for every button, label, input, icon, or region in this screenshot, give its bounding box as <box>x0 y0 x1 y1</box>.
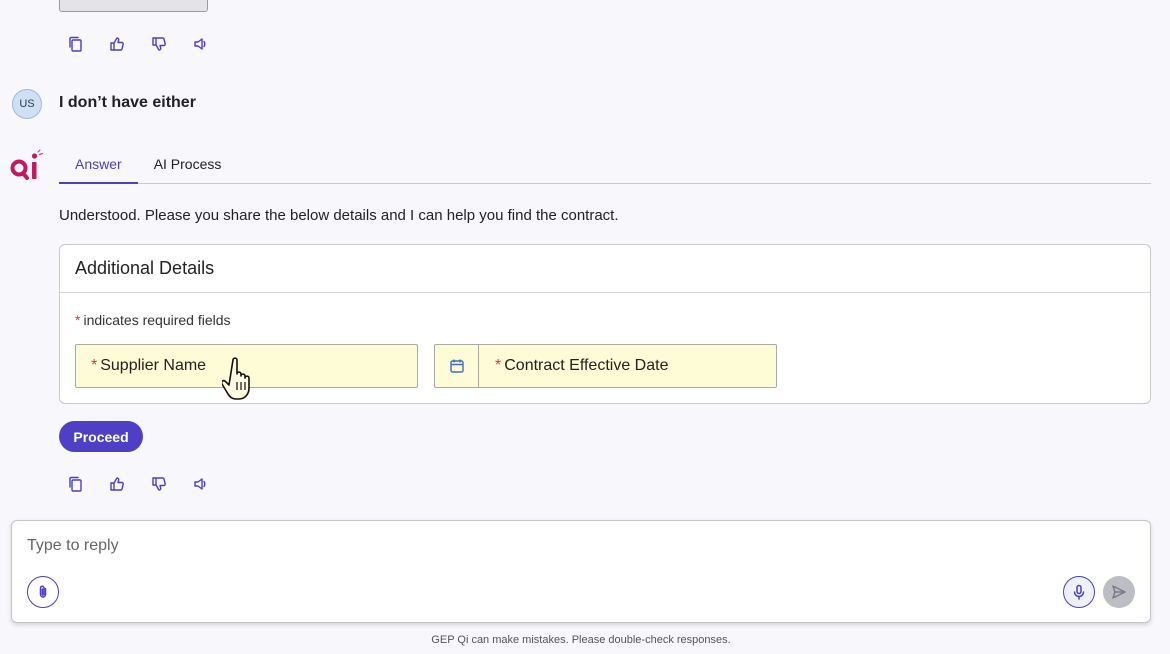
contract-effective-date-label: Contract Effective Date <box>504 357 669 374</box>
speaker-icon[interactable] <box>190 473 212 495</box>
disclaimer: GEP Qi can make mistakes. Please double-… <box>431 634 731 646</box>
user-message: I don’t have either <box>59 94 196 111</box>
send-icon[interactable] <box>1103 576 1135 608</box>
reply-input[interactable] <box>27 537 1027 555</box>
thumbs-up-icon[interactable] <box>106 473 128 495</box>
message-actions-previous <box>64 33 212 55</box>
response-tabs: Answer AI Process <box>59 146 1151 184</box>
tab-ai-process[interactable]: AI Process <box>138 146 238 184</box>
required-star: * <box>91 357 98 374</box>
previous-option-button[interactable] <box>59 0 208 12</box>
card-title: Additional Details <box>60 245 1150 293</box>
speaker-icon[interactable] <box>190 33 212 55</box>
thumbs-down-icon[interactable] <box>148 473 170 495</box>
user-avatar: US <box>12 89 42 119</box>
contract-effective-date-field[interactable]: * Contract Effective Date <box>434 344 777 388</box>
supplier-name-label: Supplier Name <box>100 357 207 374</box>
hand-pointer-icon <box>222 357 250 400</box>
answer-text: Understood. Please you share the below d… <box>59 207 619 224</box>
attach-icon[interactable] <box>27 576 59 608</box>
thumbs-up-icon[interactable] <box>106 33 128 55</box>
microphone-icon[interactable] <box>1063 576 1095 608</box>
proceed-button[interactable]: Proceed <box>59 421 143 452</box>
required-fields-note: * indicates required fields <box>75 312 231 328</box>
copy-icon[interactable] <box>64 33 86 55</box>
required-star: * <box>495 357 502 374</box>
reply-box <box>11 520 1151 623</box>
required-star: * <box>75 312 81 328</box>
calendar-icon[interactable] <box>435 345 479 387</box>
copy-icon[interactable] <box>64 473 86 495</box>
message-actions <box>64 473 212 495</box>
qi-logo-icon <box>10 149 44 180</box>
thumbs-down-icon[interactable] <box>148 33 170 55</box>
tab-answer[interactable]: Answer <box>59 146 138 184</box>
required-note-text: indicates required fields <box>83 312 231 328</box>
